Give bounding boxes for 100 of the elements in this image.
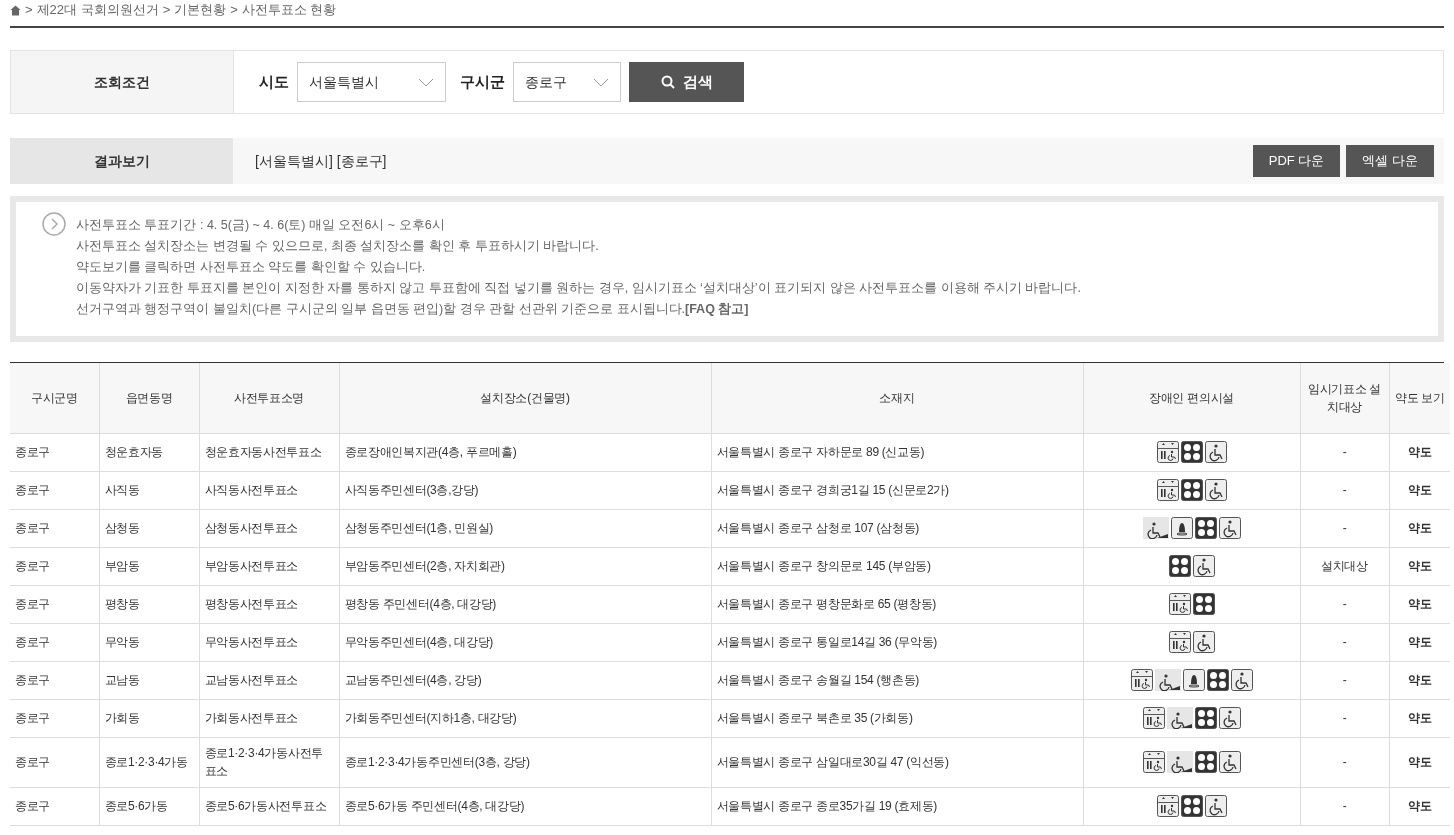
ramp-wheelchair-icon xyxy=(1166,707,1193,729)
braille-dots-icon xyxy=(1192,593,1215,615)
table-cell: 서울특별시 종로구 평창문화로 65 (평창동) xyxy=(711,585,1083,623)
table-cell: 교남동주민센터(4층, 강당) xyxy=(339,661,711,699)
braille-dots-icon xyxy=(1194,707,1217,729)
elevator-wheelchair-icon xyxy=(1142,707,1165,729)
table-cell: 삼청동주민센터(1층, 민원실) xyxy=(339,509,711,547)
breadcrumb-link[interactable]: 사전투표소 현황 xyxy=(241,0,337,20)
results-summary: [서울특별시] [종로구] xyxy=(255,151,387,171)
map-link[interactable]: 약도 xyxy=(1389,623,1450,661)
table-cell: 서울특별시 종로구 자하문로 89 (신교동) xyxy=(711,433,1083,471)
table-cell: 종로구 xyxy=(10,787,99,825)
elevator-wheelchair-icon xyxy=(1168,631,1191,653)
chevron-down-icon xyxy=(418,77,434,87)
column-header: 사전투표소명 xyxy=(199,363,339,433)
table-cell: 가회동주민센터(지하1층, 대강당) xyxy=(339,699,711,737)
wheelchair-icon xyxy=(1218,751,1241,773)
table-cell: 종로구 xyxy=(10,661,99,699)
table-cell: 종로구 xyxy=(10,623,99,661)
braille-dots-icon xyxy=(1206,669,1229,691)
table-cell: 서울특별시 종로구 종로35가길 19 (효제동) xyxy=(711,787,1083,825)
table-cell: 무악동주민센터(4층, 대강당) xyxy=(339,623,711,661)
table-cell: 청운효자동 xyxy=(99,433,199,471)
braille-dots-icon xyxy=(1180,479,1203,501)
elevator-wheelchair-icon xyxy=(1168,593,1191,615)
map-link[interactable]: 약도 xyxy=(1389,787,1450,825)
elevator-wheelchair-icon xyxy=(1156,441,1179,463)
column-header: 설치장소(건물명) xyxy=(339,363,711,433)
chevron-down-icon xyxy=(593,77,609,87)
table-cell: 사직동사전투표소 xyxy=(199,471,339,509)
breadcrumb-separator: > xyxy=(162,1,171,20)
search-icon xyxy=(660,75,675,89)
table-cell: 교남동사전투표소 xyxy=(199,661,339,699)
wheelchair-icon xyxy=(1192,631,1215,653)
table-cell: - xyxy=(1300,699,1389,737)
braille-dots-icon xyxy=(1194,751,1217,773)
wheelchair-icon xyxy=(1204,795,1227,817)
elevator-wheelchair-icon xyxy=(1156,795,1179,817)
notice-text: 사전투표소 투표기간 : 4. 5(금) ~ 4. 6(토) 매일 오전6시 ~ 오후6시 xyxy=(76,217,446,234)
column-header: 읍면동명 xyxy=(99,363,199,433)
braille-dots-icon xyxy=(1180,795,1203,817)
table-cell: 종로장애인복지관(4층, 푸르메홀) xyxy=(339,433,711,471)
map-link[interactable]: 약도 xyxy=(1389,699,1450,737)
table-cell: 평창동 xyxy=(99,585,199,623)
table-cell: 부암동주민센터(2층, 자치회관) xyxy=(339,547,711,585)
wheelchair-icon xyxy=(1218,707,1241,729)
bell-icon xyxy=(1170,517,1193,539)
table-cell: 종로1·2·3·4가동사전투표소 xyxy=(199,737,339,787)
table-cell: 평창동 주민센터(4층, 대강당) xyxy=(339,585,711,623)
table-cell: - xyxy=(1300,509,1389,547)
table-cell: 무악동 xyxy=(99,623,199,661)
breadcrumb-separator: > xyxy=(230,1,238,20)
wheelchair-icon xyxy=(1230,669,1253,691)
wheelchair-icon xyxy=(1192,555,1215,577)
select-field[interactable]: 종로구 xyxy=(513,62,621,102)
column-header: 소재지 xyxy=(711,363,1083,433)
braille-dots-icon xyxy=(1168,555,1191,577)
table-cell: 종로구 xyxy=(10,509,99,547)
select-field[interactable]: 서울특별시 xyxy=(297,62,446,102)
table-cell: 청운효자동사전투표소 xyxy=(199,433,339,471)
field-label: 구시군 xyxy=(460,71,505,92)
elevator-wheelchair-icon xyxy=(1156,479,1179,501)
map-link[interactable]: 약도 xyxy=(1389,509,1450,547)
column-header: 약도 보기 xyxy=(1389,363,1450,433)
table-cell: 서울특별시 종로구 삼청로 107 (삼청동) xyxy=(711,509,1083,547)
home-icon[interactable] xyxy=(10,4,21,16)
table-cell: 서울특별시 종로구 통일로14길 36 (무악동) xyxy=(711,623,1083,661)
breadcrumb-link[interactable]: 제22대 국회의원선거 xyxy=(36,0,159,20)
map-link[interactable]: 약도 xyxy=(1389,471,1450,509)
map-link[interactable]: 약도 xyxy=(1389,547,1450,585)
map-link[interactable]: 약도 xyxy=(1389,661,1450,699)
map-link[interactable]: 약도 xyxy=(1389,433,1450,471)
table-cell: - xyxy=(1300,585,1389,623)
table-cell: 가회동사전투표소 xyxy=(199,699,339,737)
wheelchair-icon xyxy=(1204,441,1227,463)
ramp-wheelchair-icon xyxy=(1166,751,1193,773)
map-link[interactable]: 약도 xyxy=(1389,585,1450,623)
wheelchair-icon xyxy=(1218,517,1241,539)
notice-text: 선거구역과 행정구역이 불일치(다른 구시군의 일부 읍면동 편입)할 경우 관할 선관위 기준으로 표시됩니다.[FAQ 참고] xyxy=(76,301,750,318)
breadcrumb-link[interactable]: 기본현황 xyxy=(174,0,227,20)
elevator-wheelchair-icon xyxy=(1130,669,1153,691)
chevron-right-circle-icon xyxy=(42,212,66,236)
table-cell: - xyxy=(1300,737,1389,787)
download-button[interactable]: 엑셀 다운 xyxy=(1346,145,1434,177)
table-cell: 종로구 xyxy=(10,471,99,509)
table-cell: 종로구 xyxy=(10,433,99,471)
notice-text: 사전투표소 설치장소는 변경될 수 있으므로, 최종 설치장소를 확인 후 투표하시기 바랍니다. xyxy=(76,238,600,255)
table-cell: 무악동사전투표소 xyxy=(199,623,339,661)
table-cell: 서울특별시 종로구 송월길 154 (행촌동) xyxy=(711,661,1083,699)
table-cell: 종로5·6가동 xyxy=(99,787,199,825)
table-cell: 삼청동사전투표소 xyxy=(199,509,339,547)
table-cell: 서울특별시 종로구 삼일대로30길 47 (익선동) xyxy=(711,737,1083,787)
map-link[interactable]: 약도 xyxy=(1389,737,1450,787)
table-cell: 사직동 xyxy=(99,471,199,509)
search-button[interactable]: 검색 xyxy=(629,62,744,102)
column-header: 장애인 편의시설 xyxy=(1083,363,1300,433)
table-cell: 부암동사전투표소 xyxy=(199,547,339,585)
table-cell: 서울특별시 종로구 북촌로 35 (가회동) xyxy=(711,699,1083,737)
download-button[interactable]: PDF 다운 xyxy=(1252,145,1341,177)
table-cell: 종로구 xyxy=(10,699,99,737)
